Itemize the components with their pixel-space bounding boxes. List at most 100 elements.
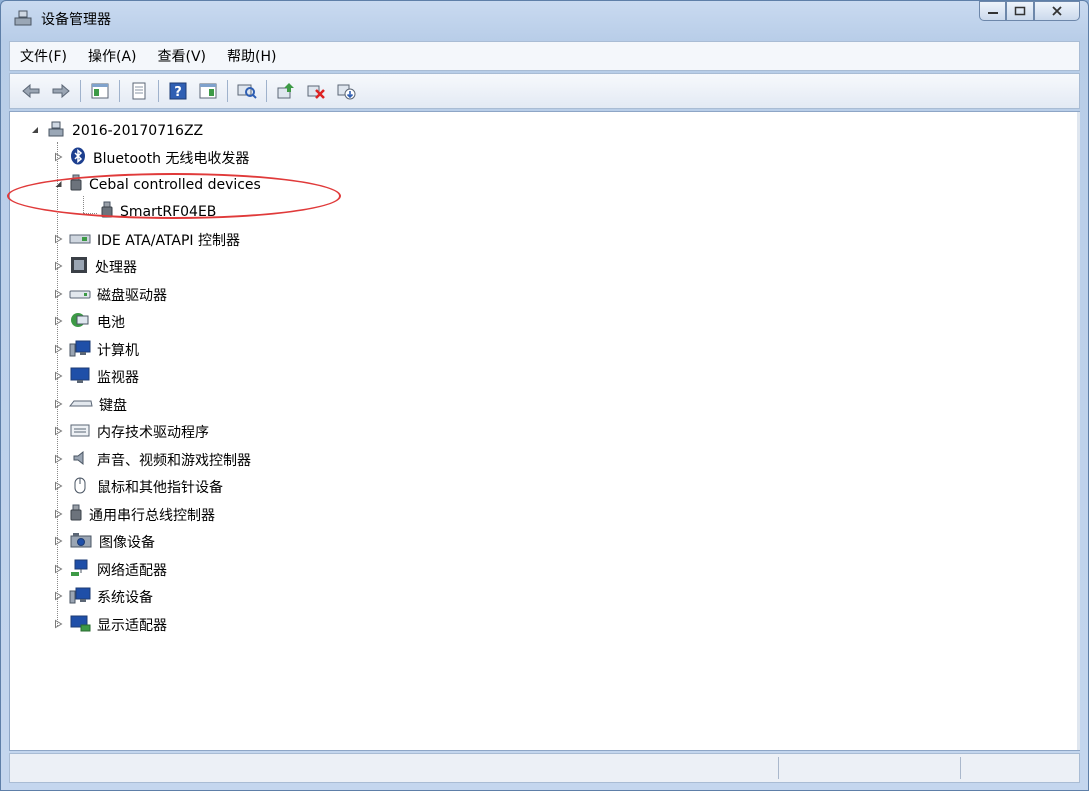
tree-node-label: 电池 [97, 315, 125, 331]
speaker-icon [69, 449, 91, 471]
toolbar-separator [80, 80, 81, 102]
tree-node-label: 图像设备 [99, 535, 155, 551]
tree-node-memory-technology-drivers[interactable]: 内存技术驱动程序 [54, 421, 209, 443]
collapsed-arrow-icon[interactable] [54, 452, 63, 468]
update-driver-icon[interactable] [275, 80, 297, 102]
tree-node-keyboards[interactable]: 键盘 [54, 394, 127, 416]
tree-node-mice-pointing-devices[interactable]: 鼠标和其他指针设备 [54, 476, 223, 498]
tree-root-computer[interactable]: 2016-20170716ZZ [30, 120, 203, 142]
properties-icon[interactable] [128, 80, 150, 102]
tree-connector [83, 213, 97, 214]
disk-drive-icon [69, 285, 91, 305]
device-manager-icon [13, 9, 33, 27]
menu-file[interactable]: 文件(F) [20, 46, 67, 66]
usb-plug-icon [100, 201, 114, 223]
collapsed-arrow-icon[interactable] [54, 397, 63, 413]
battery-icon [69, 311, 91, 333]
collapsed-arrow-icon[interactable] [54, 562, 63, 578]
system-icon [69, 586, 91, 608]
monitor-icon [69, 366, 91, 388]
collapsed-arrow-icon[interactable] [54, 424, 63, 440]
enable-device-icon[interactable] [335, 80, 357, 102]
tree-node-disk-drives[interactable]: 磁盘驱动器 [54, 284, 167, 306]
tree-node-label: 显示适配器 [97, 618, 167, 634]
tree-node-label: 系统设备 [97, 590, 153, 606]
maximize-button[interactable] [1006, 1, 1034, 21]
back-arrow-icon[interactable] [20, 80, 42, 102]
display-adapter-icon [69, 614, 91, 636]
collapsed-arrow-icon[interactable] [54, 232, 63, 248]
tree-node-sound-video-game-controllers[interactable]: 声音、视频和游戏控制器 [54, 449, 251, 471]
tree-node-cebal-controlled-devices[interactable]: Cebal controlled devices [54, 174, 261, 196]
menu-view[interactable]: 查看(V) [158, 46, 207, 66]
tree-node-processors[interactable]: 处理器 [54, 256, 137, 278]
collapsed-arrow-icon[interactable] [54, 479, 63, 495]
uninstall-device-icon[interactable] [305, 80, 327, 102]
usb-plug-icon [69, 504, 83, 526]
collapsed-arrow-icon[interactable] [54, 287, 63, 303]
toolbar-separator [266, 80, 267, 102]
toolbar: ? [9, 73, 1080, 109]
close-button[interactable] [1034, 1, 1080, 21]
computer-icon [69, 339, 91, 361]
collapsed-arrow-icon[interactable] [54, 342, 63, 358]
tree-node-label: 磁盘驱动器 [97, 288, 167, 304]
memory-icon [69, 422, 91, 442]
toolbar-separator [227, 80, 228, 102]
collapsed-arrow-icon[interactable] [54, 534, 63, 550]
show-hide-console-tree-icon[interactable] [89, 80, 111, 102]
menu-help[interactable]: 帮助(H) [227, 46, 276, 66]
tree-node-network-adapters[interactable]: 网络适配器 [54, 559, 167, 581]
collapsed-arrow-icon[interactable] [54, 314, 63, 330]
tree-node-label: IDE ATA/ATAPI 控制器 [97, 233, 241, 249]
tree-node-display-adapters[interactable]: 显示适配器 [54, 614, 167, 636]
tree-node-ide-ata-atapi[interactable]: IDE ATA/ATAPI 控制器 [54, 229, 240, 251]
tree-node-label: Cebal controlled devices [89, 177, 261, 193]
tree-node-imaging-devices[interactable]: 图像设备 [54, 531, 155, 553]
toolbar-separator [119, 80, 120, 102]
tree-node-label: 声音、视频和游戏控制器 [97, 453, 251, 469]
usb-plug-icon [69, 174, 83, 196]
network-icon [69, 559, 91, 581]
tree-node-label: 通用串行总线控制器 [89, 508, 215, 524]
menu-bar: 文件(F) 操作(A) 查看(V) 帮助(H) [9, 41, 1080, 71]
tree-node-label: 计算机 [97, 343, 139, 359]
tree-node-usb-controllers[interactable]: 通用串行总线控制器 [54, 504, 215, 526]
help-icon[interactable]: ? [167, 80, 189, 102]
device-tree[interactable]: 2016-20170716ZZ Bluetooth 无线电收发器 Cebal c… [9, 111, 1080, 751]
minimize-button[interactable] [979, 1, 1006, 21]
window-title: 设备管理器 [41, 12, 111, 28]
camera-icon [69, 531, 93, 553]
svg-text:?: ? [174, 85, 182, 100]
collapsed-arrow-icon[interactable] [54, 507, 63, 523]
tree-connector [83, 196, 84, 213]
tree-node-label: 网络适配器 [97, 563, 167, 579]
forward-arrow-icon[interactable] [50, 80, 72, 102]
show-hide-action-pane-icon[interactable] [197, 80, 219, 102]
cpu-icon [69, 256, 89, 278]
tree-node-label: Bluetooth 无线电收发器 [93, 151, 250, 167]
tree-node-monitors[interactable]: 监视器 [54, 366, 139, 388]
status-divider [960, 757, 961, 779]
tree-node-label: 内存技术驱动程序 [97, 425, 209, 441]
tree-node-computer[interactable]: 计算机 [54, 339, 139, 361]
tree-node-batteries[interactable]: 电池 [54, 311, 125, 333]
tree-node-smartrf04eb[interactable]: SmartRF04EB [100, 201, 216, 223]
collapsed-arrow-icon[interactable] [54, 150, 63, 166]
collapsed-arrow-icon[interactable] [54, 617, 63, 633]
collapsed-arrow-icon[interactable] [54, 589, 63, 605]
status-bar [9, 753, 1080, 783]
tree-node-bluetooth[interactable]: Bluetooth 无线电收发器 [54, 147, 249, 169]
device-manager-window: 设备管理器 文件(F) 操作(A) 查看(V) 帮助(H) ? 2016-201… [0, 0, 1089, 791]
ide-controller-icon [69, 230, 91, 250]
scan-hardware-icon[interactable] [236, 80, 258, 102]
collapsed-arrow-icon[interactable] [54, 369, 63, 385]
expanded-arrow-icon[interactable] [54, 177, 63, 193]
collapsed-arrow-icon[interactable] [54, 259, 63, 275]
tree-node-system-devices[interactable]: 系统设备 [54, 586, 153, 608]
tree-node-label: SmartRF04EB [120, 204, 217, 220]
title-bar[interactable]: 设备管理器 [1, 1, 1088, 35]
expanded-arrow-icon[interactable] [30, 123, 40, 139]
menu-action[interactable]: 操作(A) [88, 46, 137, 66]
tree-node-label: 键盘 [99, 398, 127, 414]
